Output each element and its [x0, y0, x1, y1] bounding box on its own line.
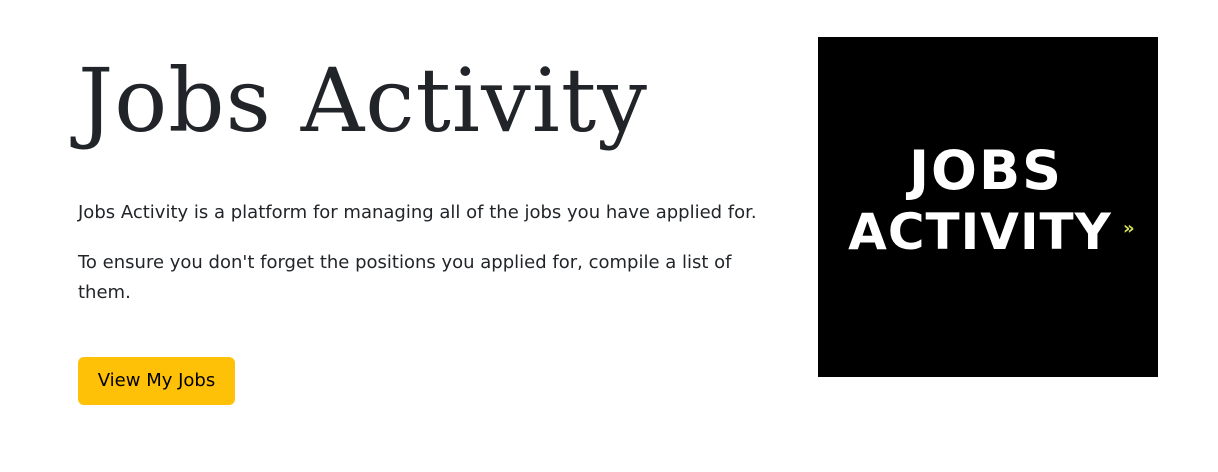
intro-paragraph: Jobs Activity is a platform for managing…	[78, 202, 757, 223]
double-chevron-right-icon: »	[1123, 218, 1135, 239]
logo-text-line2: ACTIVITY	[848, 203, 1112, 261]
view-my-jobs-button[interactable]: View My Jobs	[78, 357, 235, 405]
jobs-activity-logo: JOBS ACTIVITY »	[818, 37, 1158, 377]
description-paragraph: To ensure you don't forget the positions…	[78, 252, 732, 303]
page-title: Jobs Activity	[78, 49, 649, 152]
logo-text-line1: JOBS	[905, 139, 1063, 202]
